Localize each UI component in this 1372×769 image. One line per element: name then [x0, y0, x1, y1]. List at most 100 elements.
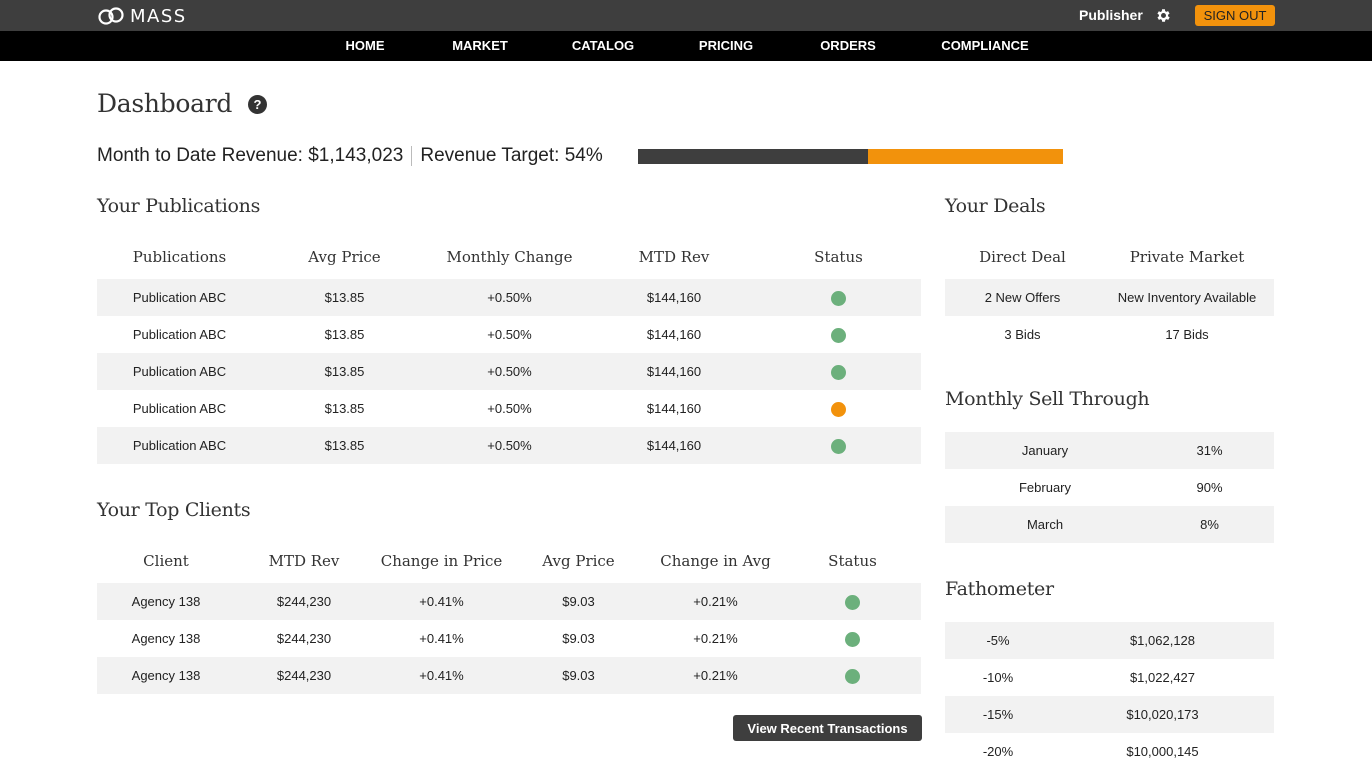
table-cell: Publication ABC: [97, 279, 262, 316]
table-cell: +0.21%: [693, 631, 738, 646]
table-cell: $244,230: [276, 631, 332, 646]
nav-compliance[interactable]: COMPLIANCE: [941, 31, 1028, 61]
table-cell: +0.50%: [487, 327, 532, 342]
table-cell: 3 Bids: [1004, 327, 1041, 342]
table-row: Publication ABC $13.85 +0.50% $144,160: [97, 427, 921, 464]
table-cell: -5%: [945, 622, 1051, 659]
table-cell: +0.21%: [647, 657, 784, 694]
table-cell: Agency 138: [97, 657, 235, 694]
table-cell: $13.85: [262, 353, 427, 390]
top-bar: MASS Publisher SIGN OUT: [0, 0, 1372, 31]
table-cell: $144,160: [592, 427, 756, 464]
page-title: Dashboard: [97, 89, 233, 118]
fathometer-table: -5% $1,062,128 -10% $1,022,427 -15% $10,020,1…: [945, 622, 1274, 769]
table-header-row: Client MTD Rev Change in Price Avg Price…: [97, 539, 921, 583]
table-row: February 90%: [945, 469, 1274, 506]
status-indicator-icon: [831, 401, 846, 417]
status-indicator-icon: [831, 438, 846, 454]
table-cell: $9.03: [562, 631, 595, 646]
table-cell: Publication ABC: [97, 427, 262, 464]
table-row: 3 Bids 17 Bids: [945, 316, 1274, 353]
logo[interactable]: MASS: [97, 5, 187, 27]
column-header: Status: [814, 248, 863, 266]
table-cell: January: [945, 432, 1145, 469]
nav-catalog[interactable]: CATALOG: [572, 31, 634, 61]
view-recent-transactions-button[interactable]: View Recent Transactions: [733, 715, 922, 741]
table-cell: +0.50%: [427, 353, 592, 390]
table-cell: $1,022,427: [1129, 670, 1196, 685]
column-header: Avg Price: [542, 552, 615, 570]
column-header: Avg Price: [308, 248, 381, 266]
nav-market[interactable]: MARKET: [452, 31, 508, 61]
table-cell: $13.85: [262, 279, 427, 316]
status-indicator-icon: [831, 364, 846, 380]
table-cell: +0.41%: [373, 657, 510, 694]
table-cell: $10,020,173: [1051, 696, 1274, 733]
table-row: March 8%: [945, 506, 1274, 543]
table-cell: +0.50%: [427, 279, 592, 316]
logo-text: MASS: [130, 5, 187, 27]
column-header: Direct Deal: [979, 248, 1066, 266]
deals-table: Direct Deal Private Market 2 New Offers N…: [945, 235, 1274, 353]
table-cell: +0.21%: [647, 583, 784, 620]
status-cell: [756, 427, 921, 464]
nav-home[interactable]: HOME: [346, 31, 385, 61]
help-icon[interactable]: ?: [248, 95, 267, 114]
main-nav: HOME MARKET CATALOG PRICING ORDERS COMPL…: [0, 31, 1372, 61]
top-clients-table: Client MTD Rev Change in Price Avg Price…: [97, 539, 921, 694]
table-row: Publication ABC $13.85 +0.50% $144,160: [97, 316, 921, 353]
nav-pricing[interactable]: PRICING: [699, 31, 753, 61]
mtd-revenue: Month to Date Revenue: $1,143,023: [97, 145, 404, 166]
status-indicator-icon: [831, 327, 846, 343]
column-header: Change in Price: [380, 552, 503, 570]
column-header: Publications: [132, 248, 227, 266]
table-cell: $13.85: [324, 401, 365, 416]
table-cell: New Inventory Available: [1100, 279, 1274, 316]
status-indicator-icon: [831, 290, 846, 306]
nav-orders[interactable]: ORDERS: [820, 31, 876, 61]
table-row: Publication ABC $13.85 +0.50% $144,160: [97, 353, 921, 390]
table-cell: $244,230: [235, 657, 373, 694]
gear-icon[interactable]: [1155, 7, 1172, 24]
revenue-target: Revenue Target: 54%: [420, 145, 603, 166]
table-cell: Agency 138: [131, 631, 201, 646]
table-row: Agency 138 $244,230 +0.41% $9.03 +0.21%: [97, 583, 921, 620]
status-cell: [756, 279, 921, 316]
table-cell: $144,160: [592, 353, 756, 390]
table-cell: 8%: [1145, 506, 1274, 543]
status-indicator-icon: [845, 668, 860, 684]
logo-icon: [98, 7, 124, 25]
table-cell: 31%: [1145, 432, 1274, 469]
table-row: -20% $10,000,145: [945, 733, 1274, 769]
table-cell: February: [1018, 480, 1072, 495]
column-header: Change in Avg: [660, 552, 771, 570]
table-cell: $13.85: [324, 327, 365, 342]
status-indicator-icon: [845, 631, 860, 647]
status-indicator-icon: [845, 594, 860, 610]
publications-table: Publications Avg Price Monthly Change MT…: [97, 235, 921, 464]
user-role: Publisher: [1079, 7, 1143, 23]
table-cell: 90%: [1196, 480, 1223, 495]
table-cell: $10,000,145: [1126, 744, 1199, 759]
status-cell: [784, 620, 921, 657]
sign-out-button[interactable]: SIGN OUT: [1195, 5, 1275, 26]
table-row: -5% $1,062,128: [945, 622, 1274, 659]
table-cell: Agency 138: [97, 583, 235, 620]
top-clients-title: Your Top Clients: [97, 499, 251, 521]
table-cell: -15%: [945, 696, 1051, 733]
table-row: 2 New Offers New Inventory Available: [945, 279, 1274, 316]
table-cell: +0.50%: [427, 427, 592, 464]
column-header: Monthly Change: [446, 248, 573, 266]
table-cell: Publication ABC: [97, 353, 262, 390]
column-header: MTD Rev: [268, 552, 340, 570]
table-cell: -20%: [982, 744, 1014, 759]
table-cell: $9.03: [510, 583, 647, 620]
table-cell: Publication ABC: [132, 327, 227, 342]
table-cell: $144,160: [646, 401, 702, 416]
table-cell: $1,062,128: [1051, 622, 1274, 659]
table-cell: $13.85: [262, 427, 427, 464]
table-cell: March: [945, 506, 1145, 543]
column-header: Status: [828, 552, 877, 570]
table-row: -10% $1,022,427: [945, 659, 1274, 696]
revenue-divider: [411, 145, 413, 166]
